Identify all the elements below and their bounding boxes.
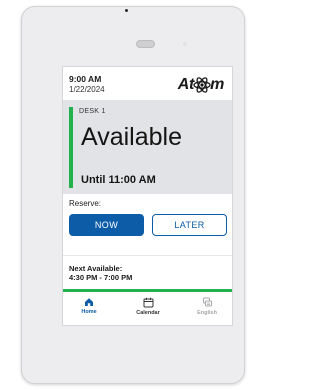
availability-status: Available [81, 123, 183, 151]
sensor-pill [136, 40, 155, 48]
next-available-label: Next Available: [69, 264, 123, 273]
screen: 9:00 AM 1/22/2024 At m DESK 1 Available … [62, 66, 233, 326]
atom-logo: At m [177, 75, 225, 95]
reserve-later-button[interactable]: LATER [152, 214, 227, 236]
next-available-bar [63, 289, 232, 292]
language-icon [202, 297, 212, 307]
header-time: 9:00 AM [69, 74, 102, 84]
header-date: 1/22/2024 [69, 85, 105, 94]
home-icon [85, 298, 93, 306]
logo-text-left: At [177, 76, 195, 93]
nav-label-home: Home [81, 309, 97, 315]
status-indicator-bar [69, 107, 73, 188]
available-until: Until 11:00 AM [81, 174, 156, 186]
status-panel: DESK 1 Available Until 11:00 AM [63, 100, 232, 194]
calendar-icon [143, 297, 153, 308]
nav-item-home[interactable]: Home [69, 297, 109, 315]
bottom-nav: Home Calendar English [63, 293, 232, 325]
nav-label-english: English [197, 310, 217, 316]
nav-label-calendar: Calendar [136, 310, 160, 316]
camera-icon [125, 9, 128, 12]
reserve-label: Reserve: [69, 199, 102, 208]
nav-item-english[interactable]: English [187, 297, 227, 316]
nav-item-calendar[interactable]: Calendar [128, 297, 168, 316]
atom-icon [193, 77, 211, 93]
logo-text-right: m [210, 76, 224, 93]
next-available-range: 4:30 PM - 7:00 PM [69, 273, 133, 282]
desk-name: DESK 1 [79, 108, 106, 115]
next-available-panel: Next Available: 4:30 PM - 7:00 PM [63, 255, 232, 290]
light-sensor-dot [183, 42, 187, 46]
reserve-now-button[interactable]: NOW [69, 214, 144, 236]
